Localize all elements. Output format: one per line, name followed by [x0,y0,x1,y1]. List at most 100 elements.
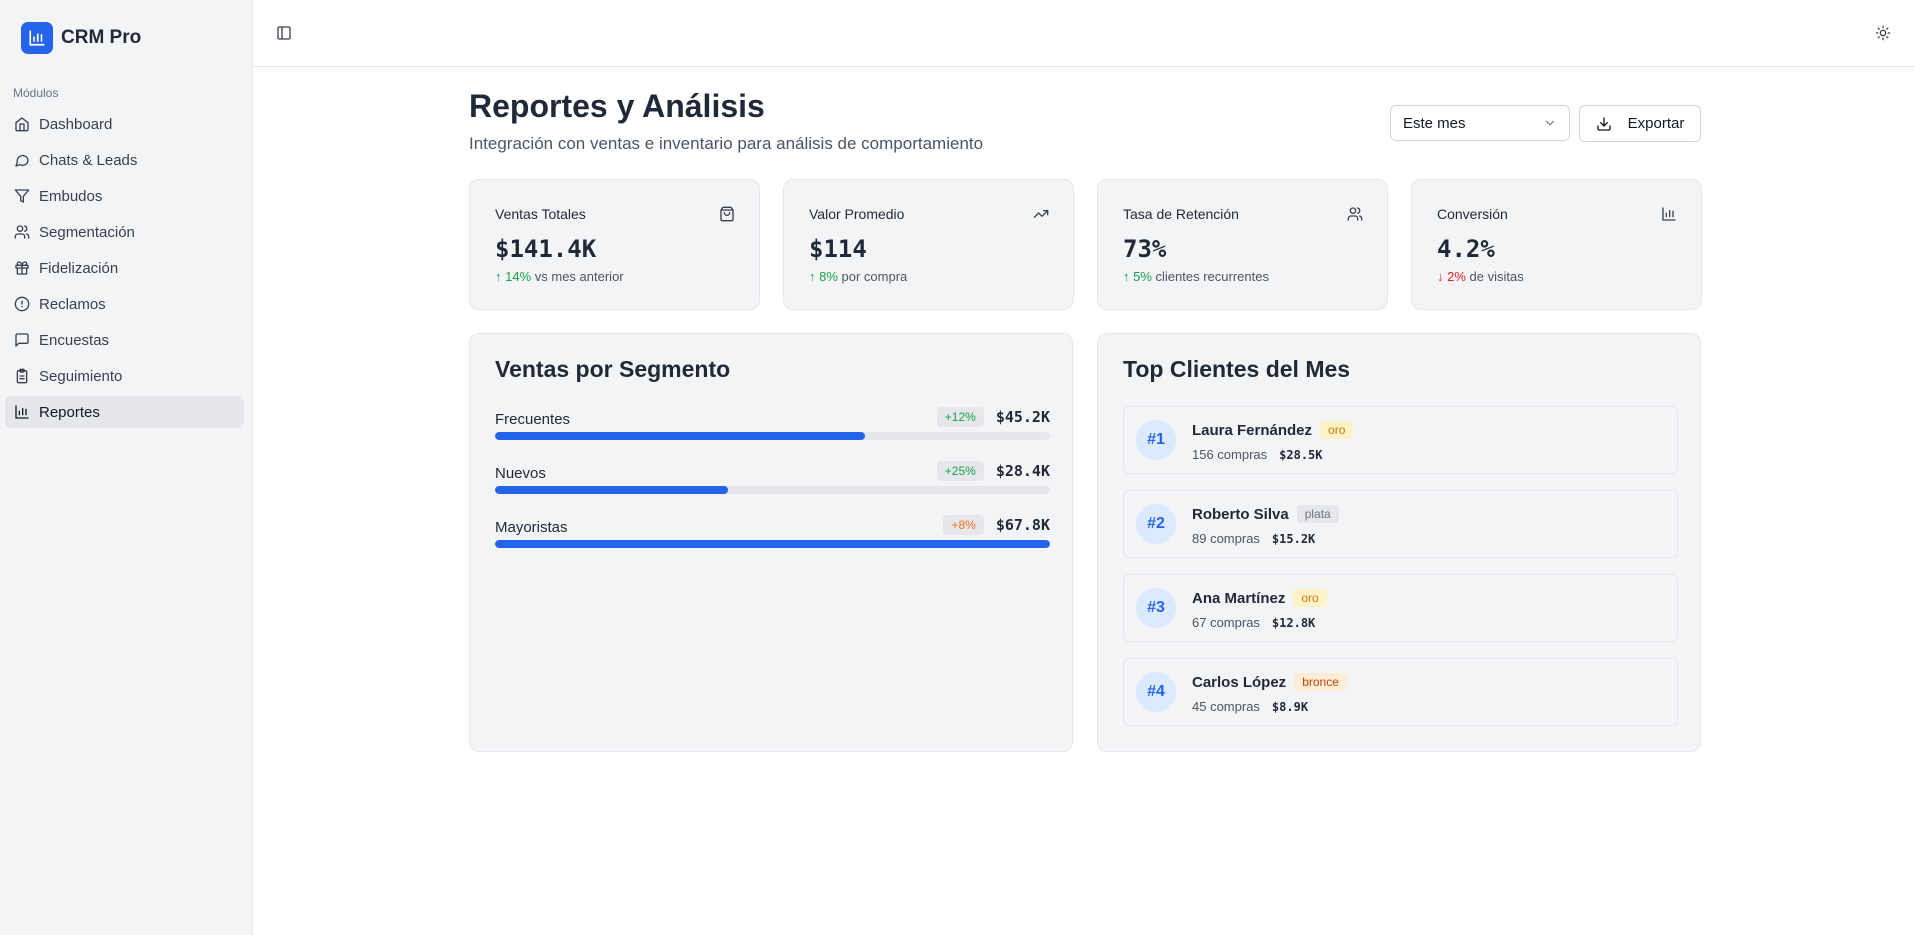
sidebar-item-label: Fidelización [39,259,119,277]
sidebar-item-embudos[interactable]: Embudos [5,180,244,212]
sidebar-item-label: Dashboard [39,115,113,133]
stat-change: ↑ 8% por compra [809,269,907,284]
segment-badge: +25% [936,461,984,481]
client-row[interactable]: #1 Laura Fernández oro 156 compras $28.5K [1123,406,1678,474]
stat-change-suffix: vs mes anterior [534,269,624,284]
stat-value: $114 [809,235,867,263]
chat-icon [15,154,29,167]
sidebar-item-label: Encuestas [39,331,110,349]
stat-label: Tasa de Retención [1123,206,1239,222]
stat-change-suffix: clientes recurrentes [1155,269,1269,284]
client-amount: $28.5K [1279,447,1323,462]
client-purchases: 89 compras [1192,531,1260,546]
client-name: Roberto Silva [1192,505,1289,523]
sidebar-item-encuestas[interactable]: Encuestas [5,324,244,356]
segment-amount: $45.2K [995,408,1050,426]
export-label: Exportar [1627,115,1685,132]
client-rank: #2 [1136,504,1176,544]
message-square-icon [15,333,29,347]
stat-change-value: ↑ 8% [809,269,838,284]
sidebar-item-label: Seguimiento [39,367,123,385]
sidebar-item-segmentacion[interactable]: Segmentación [5,216,244,248]
stat-card-conversion: Conversión 4.2% ↓ 2% de visitas [1411,179,1702,310]
client-row[interactable]: #2 Roberto Silva plata 89 compras $15.2K [1123,490,1678,558]
segment-amount: $67.8K [995,516,1050,534]
bar-chart-icon [1662,207,1676,221]
section-label: Módulos [13,86,59,100]
panel-title: Top Clientes del Mes [1123,356,1351,382]
client-rank: #3 [1136,588,1176,628]
stat-label: Ventas Totales [495,206,586,222]
client-rank: #1 [1136,420,1176,460]
segment-progress [495,540,1050,548]
segment-progress-fill [495,486,728,494]
stat-value: 73% [1123,235,1167,263]
segments-panel: Ventas por Segmento Frecuentes +12% $45.… [469,333,1073,752]
sidebar-item-dashboard[interactable]: Dashboard [5,108,244,140]
segment-amount: $28.4K [995,462,1050,480]
client-amount: $8.9K [1271,699,1309,714]
sidebar-item-label: Embudos [39,187,103,205]
filter-icon [14,189,30,203]
panel-left-icon [277,26,291,40]
export-button[interactable]: Exportar [1579,105,1701,142]
trending-up-icon [1033,210,1049,218]
page-title: Reportes y Análisis [469,88,765,124]
sidebar-item-label: Chats & Leads [39,151,138,169]
sidebar-item-reclamos[interactable]: Reclamos [5,288,244,320]
shopping-bag-icon [720,206,734,222]
client-meta: 67 compras $12.8K [1192,615,1315,630]
client-row[interactable]: #3 Ana Martínez oro 67 compras $12.8K [1123,574,1678,642]
segment-progress-fill [495,540,1050,548]
tier-badge: plata [1296,505,1339,523]
segment-progress [495,432,1050,440]
stat-change: ↑ 14% vs mes anterior [495,269,624,284]
client-meta: 45 compras $8.9K [1192,699,1308,714]
client-purchases: 156 compras [1192,447,1268,462]
client-rank: #4 [1136,672,1176,712]
stat-change-value: ↓ 2% [1437,269,1466,284]
download-icon [1596,116,1611,131]
theme-toggle-button[interactable] [1872,22,1894,44]
segment-name: Frecuentes [495,411,571,428]
bar-chart-icon [21,22,53,54]
sidebar-item-fidelizacion[interactable]: Fidelización [5,252,244,284]
segment-name: Nuevos [495,465,546,482]
brand-name: CRM Pro [61,27,142,48]
stat-change-value: ↑ 14% [495,269,532,284]
stat-card-tasa-retencion: Tasa de Retención 73% ↑ 5% clientes recu… [1097,179,1388,310]
segment-progress-fill [495,432,866,440]
segment-values: +12% $45.2K [936,407,1050,427]
client-name: Laura Fernández [1192,421,1313,439]
segment-values: +8% $67.8K [943,515,1050,535]
period-select[interactable]: Este mes [1390,105,1570,141]
tier-badge: oro [1320,421,1354,439]
topbar [253,0,1914,67]
sidebar-toggle-button[interactable] [273,22,295,44]
client-amount: $12.8K [1271,615,1316,630]
client-row[interactable]: #4 Carlos López bronce 45 compras $8.9K [1123,658,1678,726]
segment-badge: +12% [936,407,984,427]
client-meta: 156 compras $28.5K [1192,447,1323,462]
stat-card-ventas-totales: Ventas Totales $141.4K ↑ 14% vs mes ante… [469,179,760,310]
segment-badge: +8% [943,515,984,535]
sidebar-item-seguimiento[interactable]: Seguimiento [5,360,244,392]
period-select-value: Este mes [1403,114,1466,132]
sidebar-item-chats-leads[interactable]: Chats & Leads [5,144,244,176]
stat-label: Conversión [1437,206,1508,222]
stat-change-suffix: por compra [841,269,908,284]
sidebar-item-reportes[interactable]: Reportes [5,396,244,428]
client-meta: 89 compras $15.2K [1192,531,1315,546]
stat-change-suffix: de visitas [1469,269,1524,284]
client-name-row: Ana Martínez oro [1192,589,1327,607]
stat-change: ↓ 2% de visitas [1437,269,1524,284]
stat-card-valor-promedio: Valor Promedio $114 ↑ 8% por compra [783,179,1074,310]
chevron-down-icon [1545,120,1555,126]
client-name: Ana Martínez [1192,589,1286,607]
users-icon [1347,207,1363,221]
sun-icon [1875,25,1891,41]
brand[interactable]: CRM Pro [21,22,141,54]
tier-badge: bronce [1294,673,1347,691]
stat-value: $141.4K [495,235,597,263]
client-name-row: Carlos López bronce [1192,673,1347,691]
